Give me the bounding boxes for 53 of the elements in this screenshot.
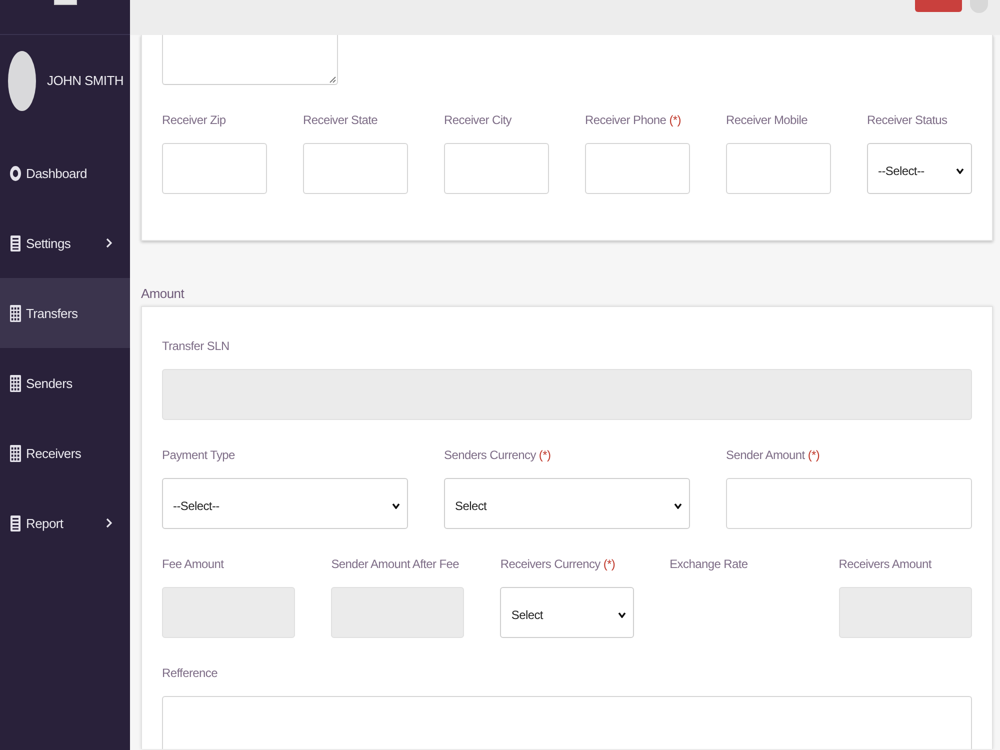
field-label: Payment Type (162, 448, 235, 462)
grid-icon (10, 444, 21, 462)
dropdown[interactable]: --Select-- (162, 478, 408, 529)
nav-item[interactable]: Report (0, 488, 130, 558)
nav-item[interactable]: Receivers (0, 418, 130, 488)
input-field[interactable] (726, 143, 831, 194)
grid-icon (10, 374, 21, 392)
dropdown[interactable]: --Select-- (867, 143, 972, 194)
user-name: JOHN SMITH (47, 73, 124, 88)
document-icon (10, 234, 21, 252)
field-label: Receiver City (444, 113, 512, 127)
chevron-down-icon (618, 612, 626, 618)
chevron-down-icon (956, 168, 964, 174)
chevron-down-icon (392, 502, 400, 508)
grid-icon (10, 304, 21, 322)
header-button[interactable] (915, 0, 962, 12)
field-label: Refference (162, 666, 218, 680)
resize-grip-icon (329, 76, 336, 83)
field-label: Receivers Currency (500, 557, 600, 571)
field-label: Receiver State (303, 113, 378, 127)
chevron-down-icon (674, 502, 682, 508)
field-label: Receivers Amount (838, 557, 932, 571)
required-mark: (*) (538, 448, 551, 462)
nav-item[interactable]: Senders (0, 348, 130, 418)
logo-image (54, 0, 76, 5)
text-area[interactable] (162, 35, 338, 85)
dropdown[interactable]: Select (500, 587, 634, 638)
field-label: Receiver Zip (162, 113, 226, 127)
nav-item[interactable]: Dashboard (0, 138, 130, 208)
field-label: Receiver Mobile (726, 113, 808, 127)
input-field[interactable] (585, 143, 690, 194)
ring-icon (10, 166, 21, 180)
dropdown[interactable]: Select (444, 478, 690, 529)
field-label: Receiver Status (867, 113, 948, 127)
field-label: Transfer SLN (162, 339, 230, 353)
section-title: Amount (141, 286, 184, 301)
field-label: Senders Currency (444, 448, 536, 462)
required-mark: (*) (669, 113, 681, 127)
required-mark: (*) (603, 557, 616, 571)
nav-item[interactable]: Transfers (0, 278, 130, 348)
field-label: Fee Amount (162, 557, 224, 571)
input-field[interactable] (162, 143, 267, 194)
field-label: Sender Amount (726, 448, 805, 462)
required-mark: (*) (808, 448, 820, 462)
input-field[interactable] (303, 143, 408, 194)
document-icon (10, 514, 21, 532)
text-area[interactable] (162, 696, 972, 749)
input-field[interactable] (444, 143, 549, 194)
nav-item[interactable]: Settings (0, 208, 130, 278)
field-label: Sender Amount After Fee (331, 557, 460, 571)
input-field[interactable] (726, 478, 972, 529)
field-label: Receiver Phone (585, 113, 666, 127)
field-label: Exchange Rate (670, 557, 748, 571)
